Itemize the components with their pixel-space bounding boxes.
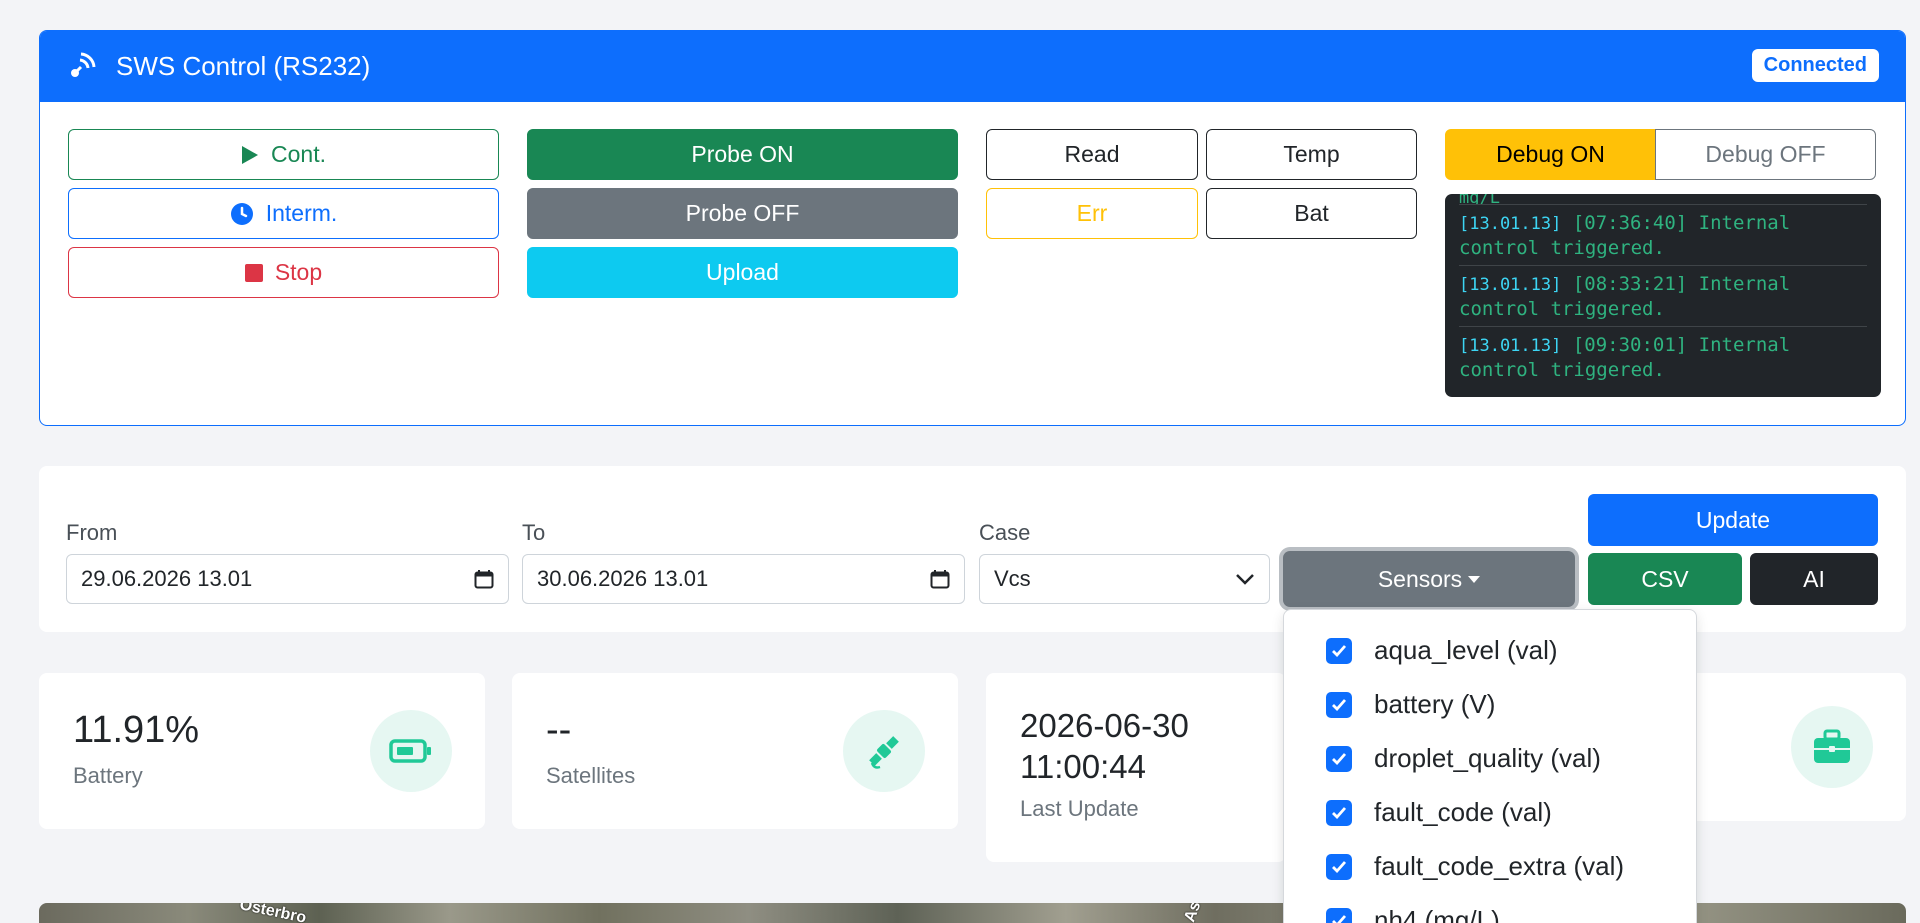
from-date-value: 29.06.2026 13.01 xyxy=(81,566,253,591)
last-update-card: 2026-06-30 11:00:44 Last Update xyxy=(986,673,1286,862)
sensor-option-label: fault_code_extra (val) xyxy=(1374,851,1625,881)
sensor-option[interactable]: droplet_quality (val) xyxy=(1326,743,1601,774)
battery-icon xyxy=(370,710,452,792)
calendar-icon[interactable] xyxy=(474,569,494,589)
stop-button-label: Stop xyxy=(274,259,323,285)
case-label: Case xyxy=(979,520,1031,545)
checkbox-checked-icon[interactable] xyxy=(1326,853,1352,880)
caret-down-icon xyxy=(1468,575,1481,583)
console-cut-line: mg/L xyxy=(1459,194,1500,204)
console-line: [13.01.13] [08:33:21] Internal control t… xyxy=(1459,265,1867,326)
sensor-option-label: battery (V) xyxy=(1374,689,1496,719)
checkbox-checked-icon[interactable] xyxy=(1326,907,1352,923)
sensor-option-label: fault_code (val) xyxy=(1374,797,1552,827)
console-line-date: [13.01.13] xyxy=(1459,275,1562,295)
checkbox-checked-icon[interactable] xyxy=(1326,637,1352,664)
map-street-label: Österbro xyxy=(238,903,308,923)
broadcast-icon xyxy=(66,52,96,82)
satellites-value: -- xyxy=(546,709,572,751)
probe-on-button[interactable]: Probe ON xyxy=(527,129,958,180)
csv-button[interactable]: CSV xyxy=(1588,553,1742,605)
filter-card xyxy=(39,466,1906,632)
from-label: From xyxy=(66,520,118,545)
checkbox-checked-icon[interactable] xyxy=(1326,745,1352,772)
last-update-label: Last Update xyxy=(1020,796,1139,821)
debug-on-button[interactable]: Debug ON xyxy=(1445,129,1656,180)
console-line-date: [13.01.13] xyxy=(1459,336,1562,356)
debug-off-button[interactable]: Debug OFF xyxy=(1655,129,1876,180)
intermittent-button[interactable]: Interm. xyxy=(68,188,499,239)
sensor-option-label: droplet_quality (val) xyxy=(1374,743,1601,773)
play-icon xyxy=(242,145,258,164)
satellite-icon xyxy=(843,710,925,792)
battery-value: 11.91% xyxy=(73,709,200,751)
case-select-value: Vcs xyxy=(994,566,1031,591)
console-line-date: [13.01.13] xyxy=(1459,214,1562,234)
upload-button[interactable]: Upload xyxy=(527,247,958,298)
err-button[interactable]: Err xyxy=(986,188,1198,239)
chevron-down-icon xyxy=(1236,574,1254,585)
to-label: To xyxy=(522,520,546,545)
clock-icon xyxy=(230,202,253,225)
sensor-option[interactable]: nh4 (mg/L) xyxy=(1326,905,1500,923)
connection-status-badge: Connected xyxy=(1751,49,1879,82)
control-title: SWS Control (RS232) xyxy=(116,51,371,81)
sensor-option[interactable]: battery (V) xyxy=(1326,689,1495,720)
stop-icon xyxy=(244,263,263,282)
calendar-icon[interactable] xyxy=(930,569,950,589)
checkbox-checked-icon[interactable] xyxy=(1326,691,1352,718)
continuous-button[interactable]: Cont. xyxy=(68,129,499,180)
console-line: [13.01.13] [07:36:40] Internal control t… xyxy=(1459,204,1867,265)
control-header: SWS Control (RS232) Connected xyxy=(40,31,1905,102)
last-update-time: 11:00:44 xyxy=(1020,748,1147,785)
update-button[interactable]: Update xyxy=(1588,494,1878,546)
battery-card: 11.91% Battery xyxy=(39,673,485,829)
temp-button[interactable]: Temp xyxy=(1206,129,1417,180)
satellites-label: Satellites xyxy=(546,763,636,788)
case-select[interactable]: Vcs xyxy=(979,554,1270,604)
sensor-option[interactable]: aqua_level (val) xyxy=(1326,635,1558,666)
to-date-input[interactable]: 30.06.2026 13.01 xyxy=(522,554,965,604)
map-street-label: As xyxy=(1181,903,1205,923)
sensors-dropdown-button[interactable]: Sensors xyxy=(1283,551,1575,607)
debug-console[interactable]: mg/L [13.01.13] [07:36:40] Internal cont… xyxy=(1445,194,1881,397)
last-update-date: 2026-06-30 xyxy=(1020,707,1189,744)
sensor-option-label: nh4 (mg/L) xyxy=(1374,905,1500,923)
sensor-option[interactable]: fault_code (val) xyxy=(1326,797,1552,828)
stop-button[interactable]: Stop xyxy=(68,247,499,298)
checkbox-checked-icon[interactable] xyxy=(1326,799,1352,826)
probe-off-button[interactable]: Probe OFF xyxy=(527,188,958,239)
sensor-option-label: aqua_level (val) xyxy=(1374,635,1558,665)
to-date-value: 30.06.2026 13.01 xyxy=(537,566,709,591)
satellites-card: -- Satellites xyxy=(512,673,958,829)
bat-button[interactable]: Bat xyxy=(1206,188,1417,239)
ai-button[interactable]: AI xyxy=(1750,553,1878,605)
briefcase-icon xyxy=(1791,706,1873,788)
sensor-option[interactable]: fault_code_extra (val) xyxy=(1326,851,1624,882)
sensors-button-label: Sensors xyxy=(1377,565,1463,592)
continuous-button-label: Cont. xyxy=(271,141,326,167)
from-date-input[interactable]: 29.06.2026 13.01 xyxy=(66,554,509,604)
read-button[interactable]: Read xyxy=(986,129,1198,180)
console-line: [13.01.13] [09:30:01] Internal control t… xyxy=(1459,326,1867,387)
battery-label: Battery xyxy=(73,763,143,788)
sensors-dropdown-menu: aqua_level (val) battery (V) droplet_qua… xyxy=(1283,609,1697,923)
case-card xyxy=(1690,673,1906,821)
intermittent-button-label: Interm. xyxy=(265,200,338,226)
